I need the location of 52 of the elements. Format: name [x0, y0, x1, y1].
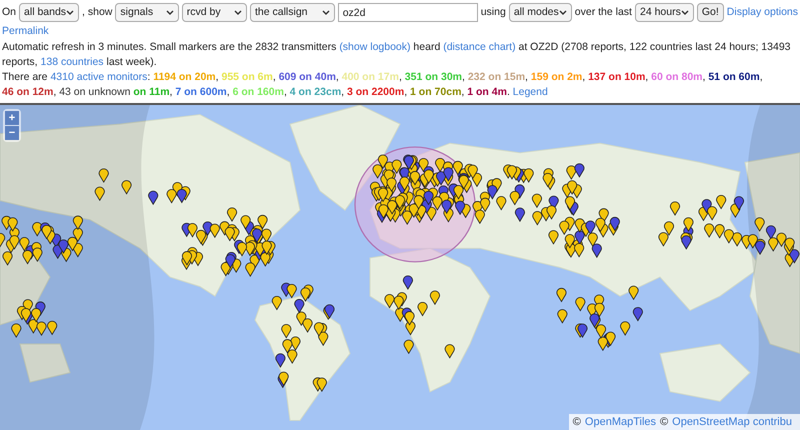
chevron-down-icon: [322, 10, 330, 16]
band-count: 232 on 15m: [468, 71, 526, 83]
summary-link[interactable]: 138 countries: [40, 56, 104, 68]
summary-link[interactable]: (distance chart): [443, 41, 516, 53]
dropdown[interactable]: signals: [115, 3, 179, 22]
form-label: over the last: [574, 5, 632, 20]
go-button[interactable]: Go!: [696, 3, 724, 22]
band-count: 351 on 30m: [404, 71, 462, 83]
band-count: 51 on 60m: [708, 71, 760, 83]
monitors-link[interactable]: 4310 active monitors: [50, 71, 148, 83]
band-count: on 11m: [133, 86, 170, 98]
chevron-down-icon: [166, 10, 174, 16]
band-count: 46 on 12m: [2, 86, 54, 98]
band-count: 43 on unknown: [59, 86, 130, 98]
band-count: 6 on 160m: [232, 86, 284, 98]
attribution-link[interactable]: OpenStreetMap contribu: [672, 416, 792, 428]
attribution-link[interactable]: OpenMapTiles: [584, 416, 656, 428]
band-count: 400 on 17m: [342, 71, 399, 83]
chevron-down-icon: [66, 10, 74, 16]
band-count: 7 on 600m: [175, 86, 227, 98]
dropdown[interactable]: rcvd by: [182, 3, 247, 22]
copyright-text: ©: [660, 416, 668, 428]
band-count: 3 on 2200m: [347, 86, 404, 98]
band-count: 4 on 23cm: [290, 86, 342, 98]
dropdown[interactable]: the callsign: [250, 3, 335, 22]
chevron-down-icon: [558, 10, 567, 16]
dropdown[interactable]: all bands: [19, 3, 80, 22]
summary-link[interactable]: (show logbook): [339, 41, 411, 53]
legend-link[interactable]: Legend: [512, 86, 548, 98]
dropdown[interactable]: 24 hours: [634, 3, 694, 22]
band-count: 1 on 70cm: [410, 86, 462, 98]
permalink-link[interactable]: Permalink: [2, 24, 798, 39]
monitors-text: There are 4310 active monitors: 1194 on 20m, 955 on 6m, 609 on 40m, 400 on 17m, 351 on 30m, 232 on 15m, 159 on 2m, 137 on 10m, 60 on 80m, 51 on 60m, 46 on 12m, 43 on unknown on 11m, 7 on 600m, 6 on 160m, 4 on 23cm, 3 on 2200m, 1 on 70cm, 1 on 4m. Legend: [2, 70, 764, 100]
form-label: On: [2, 5, 16, 20]
callsign-field[interactable]: oz2d: [338, 3, 478, 22]
band-count: 1 on 4m: [467, 86, 507, 98]
form-label: , show: [82, 5, 112, 20]
chevron-down-icon: [234, 10, 242, 16]
summary-text: Automatic refresh in 3 minutes. Small markers are the 2832 transmitters (show logbook) heard (distance chart) at OZ2D (2708 reports, 122 countries last 24 hours; 13493 reports, 138 countries last week).: [2, 40, 792, 70]
band-count: 137 on 10m: [588, 71, 646, 83]
band-count: 955 on 6m: [222, 71, 273, 83]
band-count: 1194 on 20m: [153, 71, 216, 83]
band-count: 609 on 40m: [278, 71, 336, 83]
zoom-in-button[interactable]: +: [5, 111, 19, 125]
copyright-text: ©: [572, 416, 581, 428]
display-options-link[interactable]: Display options: [726, 5, 798, 20]
zoom-out-button[interactable]: −: [5, 126, 19, 140]
band-count: 159 on 2m: [530, 71, 582, 83]
chevron-down-icon: [680, 10, 689, 16]
band-count: 60 on 80m: [651, 71, 702, 83]
form-label: using: [480, 5, 506, 20]
dropdown[interactable]: all modes: [508, 3, 572, 22]
